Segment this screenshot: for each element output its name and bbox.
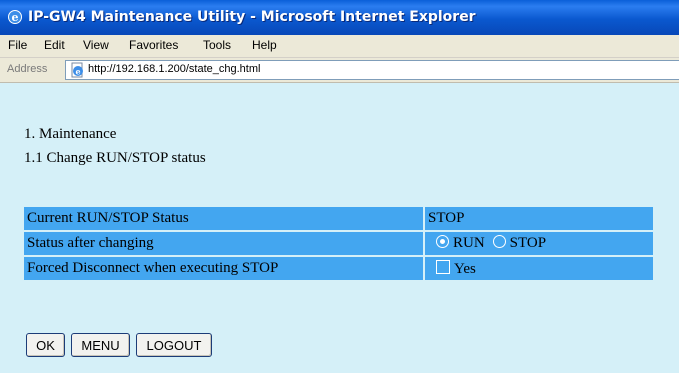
forced-disconnect-checkbox[interactable] — [436, 259, 450, 274]
forced-disconnect-checkbox-label: Yes — [454, 260, 476, 277]
window-titlebar[interactable]: e IP-GW4 Maintenance Utility - Microsoft… — [0, 0, 679, 35]
current-status-value: STOP — [425, 207, 653, 230]
section-heading: 1. Maintenance — [24, 126, 117, 142]
row-label-current-status: Current RUN/STOP Status — [24, 207, 423, 230]
subsection-heading: 1.1 Change RUN/STOP status — [24, 150, 206, 166]
menu-edit[interactable]: Edit — [44, 38, 65, 52]
status-table: Current RUN/STOP Status STOP Status afte… — [22, 205, 655, 282]
svg-text:e: e — [12, 11, 19, 24]
run-radio[interactable] — [436, 235, 449, 248]
menu-file[interactable]: File — [8, 38, 27, 52]
menubar: File Edit View Favorites Tools Help — [0, 35, 679, 58]
stop-radio-label: STOP — [509, 235, 547, 251]
menu-view[interactable]: View — [83, 38, 109, 52]
menu-tools[interactable]: Tools — [203, 38, 231, 52]
svg-text:e: e — [75, 67, 80, 77]
address-url: http://192.168.1.200/state_chg.html — [88, 63, 261, 75]
menu-button[interactable]: MENU — [71, 333, 130, 357]
window-title: IP-GW4 Maintenance Utility - Microsoft I… — [28, 9, 476, 25]
table-row: Forced Disconnect when executing STOP Ye… — [24, 257, 653, 280]
logout-button[interactable]: LOGOUT — [136, 333, 212, 357]
forced-disconnect-option: Yes — [425, 257, 653, 280]
row-label-status-after: Status after changing — [24, 232, 423, 255]
row-label-forced-disconnect: Forced Disconnect when executing STOP — [24, 257, 423, 280]
address-label: Address — [7, 63, 48, 75]
address-bar: Address e http://192.168.1.200/state_chg… — [0, 58, 679, 83]
page-icon: e — [71, 62, 83, 78]
stop-radio[interactable] — [492, 235, 506, 248]
table-row: Status after changing RUN STOP — [24, 232, 653, 255]
table-row: Current RUN/STOP Status STOP — [24, 207, 653, 230]
run-radio-label: RUN — [453, 235, 485, 251]
status-after-options: RUN STOP — [425, 232, 653, 255]
ok-button[interactable]: OK — [26, 333, 65, 357]
menu-favorites[interactable]: Favorites — [129, 38, 178, 52]
address-input[interactable]: e http://192.168.1.200/state_chg.html — [65, 60, 679, 80]
page-content: 1. Maintenance 1.1 Change RUN/STOP statu… — [0, 83, 679, 373]
ie-icon: e — [8, 10, 22, 24]
menu-help[interactable]: Help — [252, 38, 277, 52]
